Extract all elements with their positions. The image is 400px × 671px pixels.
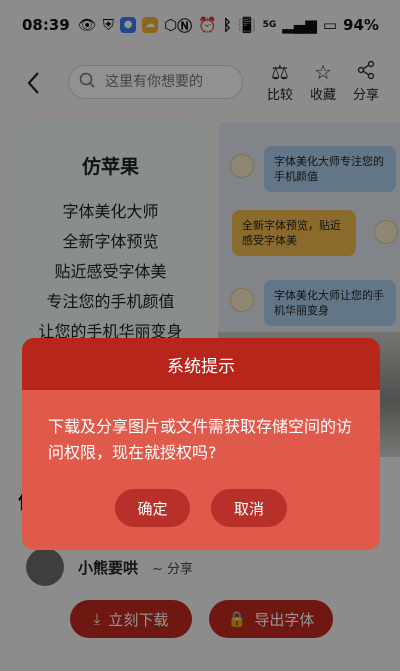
dialog-message: 下载及分享图片或文件需获取存储空间的访问权限，现在就授权吗? [48, 417, 353, 462]
confirm-button[interactable]: 确定 [115, 489, 190, 527]
modal-overlay[interactable] [0, 0, 400, 671]
system-permission-dialog: 系统提示 下载及分享图片或文件需获取存储空间的访问权限，现在就授权吗? 确定 取… [22, 338, 380, 550]
cancel-button[interactable]: 取消 [211, 489, 287, 527]
dialog-actions: 确定 取消 [22, 489, 380, 527]
dialog-title: 系统提示 [22, 338, 380, 390]
